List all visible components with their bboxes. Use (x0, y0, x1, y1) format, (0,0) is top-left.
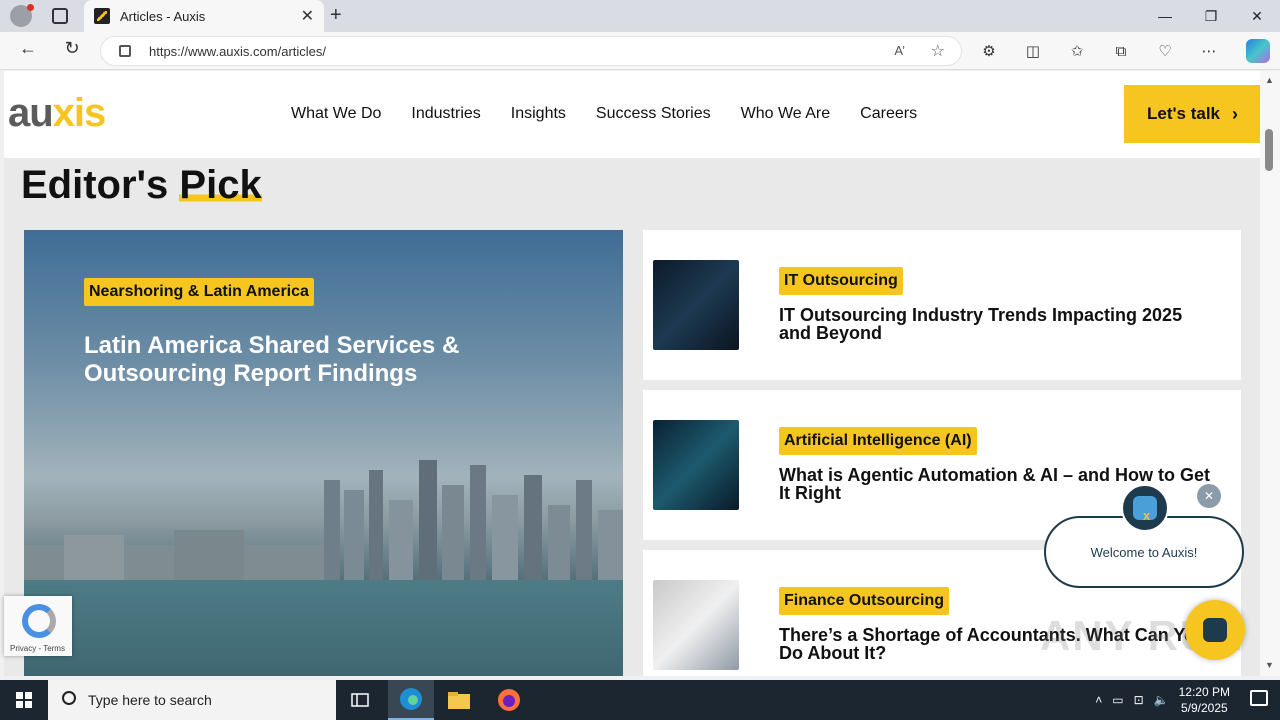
scroll-up-icon[interactable]: ▲ (1265, 75, 1274, 85)
logo-text-1: au (8, 91, 54, 135)
taskbar-search[interactable]: Type here to search (48, 680, 336, 720)
lock-icon[interactable] (119, 45, 131, 57)
browser-toolbar: ← ↻ https://www.auxis.com/articles/ A’ ☆… (0, 32, 1280, 70)
main-nav: What We Do Industries Insights Success S… (291, 105, 917, 123)
hero-category-tag[interactable]: Nearshoring & Latin America (84, 278, 314, 306)
chat-welcome-text: Welcome to Auxis! (1090, 544, 1198, 560)
browser-tab-active[interactable]: Articles - Auxis ✕ (84, 0, 324, 32)
collections-icon[interactable]: ⧉ (1110, 40, 1132, 62)
search-icon (62, 691, 76, 705)
article-card[interactable]: IT Outsourcing IT Outsourcing Industry T… (643, 230, 1241, 380)
recaptcha-links[interactable]: Privacy - Terms (10, 644, 65, 653)
page-scrollbar[interactable]: ▲ ▼ (1260, 71, 1280, 676)
article-category-tag[interactable]: Finance Outsourcing (779, 587, 950, 615)
volume-icon[interactable]: 🔈 (1154, 693, 1169, 707)
chevron-right-icon: › (1232, 103, 1238, 124)
logo-text-2: xis (52, 91, 107, 135)
edge-taskbar-icon[interactable] (388, 680, 434, 720)
clock-date: 5/9/2025 (1180, 701, 1228, 715)
window-controls: — ❐ ✕ (1142, 0, 1280, 32)
split-screen-icon[interactable]: ◫ (1022, 40, 1044, 62)
system-tray: ˄ ▭ ⊡ 🔈 12:20 PM 5/9/2025 (1095, 684, 1230, 716)
nav-insights[interactable]: Insights (511, 105, 566, 123)
tab-actions-icon[interactable] (52, 8, 68, 24)
browser-essentials-icon[interactable]: ♡ (1154, 40, 1176, 62)
nav-careers[interactable]: Careers (860, 105, 917, 123)
article-thumbnail-image[interactable] (653, 420, 739, 510)
url-text: https://www.auxis.com/articles/ (149, 43, 326, 59)
city-skyline-image (24, 460, 623, 590)
browser-tab-bar: Articles - Auxis ✕ + — ❐ ✕ (0, 0, 1280, 32)
new-tab-icon[interactable]: + (330, 4, 342, 27)
chatbot-avatar-icon (1121, 484, 1169, 532)
article-category-tag[interactable]: IT Outsourcing (779, 267, 903, 295)
scrollbar-thumb[interactable] (1265, 129, 1273, 171)
chat-launcher-button[interactable] (1185, 600, 1245, 660)
auxis-favicon-icon (94, 8, 110, 24)
more-menu-icon[interactable]: ⋯ (1198, 40, 1220, 62)
start-button[interactable] (0, 680, 48, 720)
refresh-icon[interactable]: ↻ (58, 38, 86, 59)
scroll-down-icon[interactable]: ▼ (1265, 660, 1274, 670)
notification-icon[interactable] (1250, 690, 1268, 706)
search-placeholder: Type here to search (88, 692, 212, 708)
close-window-icon[interactable]: ✕ (1234, 0, 1280, 32)
firefox-icon[interactable] (486, 680, 532, 720)
meet-now-icon[interactable]: ▭ (1112, 693, 1123, 707)
nav-what-we-do[interactable]: What We Do (291, 105, 381, 123)
recaptcha-icon (22, 604, 56, 638)
section-title-text: Editor's (21, 163, 180, 207)
section-title: Editor's Pick (21, 163, 262, 208)
lets-talk-label: Let's talk (1146, 104, 1220, 123)
copilot-icon[interactable] (1246, 39, 1270, 63)
nav-who-we-are[interactable]: Who We Are (741, 105, 831, 123)
minimize-icon[interactable]: — (1142, 0, 1188, 32)
hero-article-card[interactable]: Nearshoring & Latin America Latin Americ… (24, 230, 623, 676)
back-icon[interactable]: ← (14, 38, 42, 59)
recaptcha-badge[interactable]: Privacy - Terms (4, 596, 72, 656)
article-category-tag[interactable]: Artificial Intelligence (AI) (779, 427, 977, 455)
restore-icon[interactable]: ❐ (1188, 0, 1234, 32)
article-thumbnail-image[interactable] (653, 580, 739, 670)
hero-title[interactable]: Latin America Shared Services & Outsourc… (84, 332, 524, 388)
chevron-up-icon[interactable]: ˄ (1095, 693, 1102, 707)
lets-talk-button[interactable]: Let's talk › (1124, 85, 1260, 143)
file-explorer-icon[interactable] (436, 680, 482, 720)
clock-time: 12:20 PM (1178, 685, 1230, 699)
windows-logo-icon (16, 692, 32, 708)
task-view-icon[interactable] (337, 680, 383, 720)
nav-success-stories[interactable]: Success Stories (596, 105, 711, 123)
toolbar-icons: ⚙ ◫ ✩ ⧉ ♡ ⋯ (978, 40, 1220, 62)
taskbar-clock[interactable]: 12:20 PM 5/9/2025 (1179, 684, 1230, 716)
water-image (24, 580, 623, 676)
address-bar[interactable]: https://www.auxis.com/articles/ A’ ☆ (100, 36, 962, 66)
read-aloud-icon[interactable]: A’ (894, 43, 905, 58)
tab-title: Articles - Auxis (120, 8, 206, 24)
auxis-logo[interactable]: auxis (8, 91, 107, 136)
article-thumbnail-image[interactable] (653, 260, 739, 350)
nav-industries[interactable]: Industries (411, 105, 480, 123)
section-title-highlight: Pick (179, 163, 262, 207)
site-header: auxis What We Do Industries Insights Suc… (4, 71, 1260, 158)
network-icon[interactable]: ⊡ (1134, 693, 1144, 707)
close-tab-icon[interactable]: ✕ (301, 6, 314, 26)
chat-close-icon[interactable]: ✕ (1197, 484, 1221, 508)
favorite-star-icon[interactable]: ☆ (931, 41, 945, 61)
windows-taskbar: Type here to search ˄ ▭ ⊡ 🔈 12:20 PM 5/9… (0, 680, 1280, 720)
article-title[interactable]: IT Outsourcing Industry Trends Impacting… (779, 306, 1219, 342)
favorites-icon[interactable]: ✩ (1066, 40, 1088, 62)
profile-icon[interactable] (10, 4, 34, 27)
extensions-icon[interactable]: ⚙ (978, 40, 1000, 62)
